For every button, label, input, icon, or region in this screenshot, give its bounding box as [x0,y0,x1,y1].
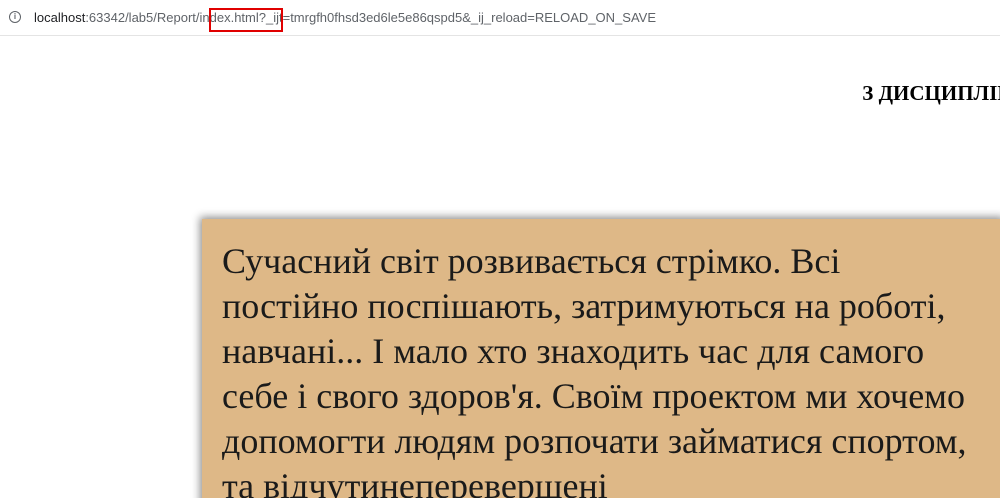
url-text[interactable]: localhost:63342/lab5/Report/index.html?_… [34,10,656,26]
intro-text: Сучасний світ розвивається стрімко. Всі … [222,241,967,498]
url-highlight-box [209,8,283,32]
report-header: ЗВ З ДИСЦИПЛІН Бр [738,53,1000,134]
url-host: localhost [34,10,86,25]
address-bar[interactable]: i localhost:63342/lab5/Report/index.html… [0,0,1000,36]
header-line-1: ЗВ [738,53,1000,80]
header-line-2: З ДИСЦИПЛІН [862,81,1000,105]
url-path: :63342/lab5/Report/index.html?_ijt=tmrgf… [85,10,656,25]
header-line-3: Бр [738,107,1000,134]
info-icon[interactable]: i [9,11,21,23]
intro-card: Сучасний світ розвивається стрімко. Всі … [202,219,1000,498]
